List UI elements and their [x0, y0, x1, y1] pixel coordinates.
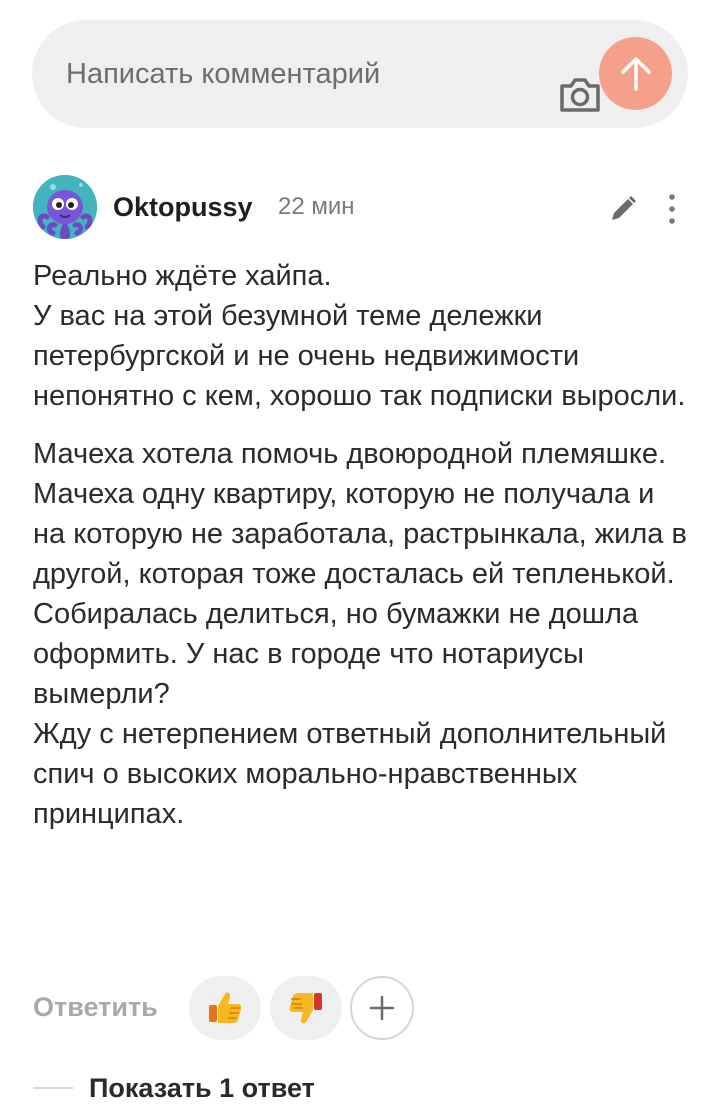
comment-composer	[32, 20, 688, 128]
comment-paragraph: Реально ждёте хайпа. У вас на этой безум…	[33, 260, 686, 412]
send-button[interactable]	[599, 37, 672, 110]
like-button[interactable]	[189, 976, 261, 1040]
plus-icon	[369, 995, 395, 1021]
arrow-up-icon	[620, 56, 651, 91]
dislike-button[interactable]	[270, 976, 342, 1040]
camera-icon[interactable]	[556, 70, 604, 118]
comment-time: 22 мин	[278, 193, 355, 220]
thumbs-up-icon	[209, 992, 242, 1023]
octopus-avatar	[33, 175, 97, 239]
more-vertical-icon[interactable]	[660, 192, 684, 226]
comment-text: Реально ждёте хайпа. У вас на этой безум…	[33, 256, 693, 834]
comment-input[interactable]	[66, 20, 506, 128]
add-reaction-button[interactable]	[350, 976, 414, 1040]
comment-paragraph: Мачеха хотела помочь двоюродной племяшке…	[33, 438, 687, 830]
avatar[interactable]	[33, 175, 97, 239]
replies-divider	[33, 1087, 73, 1089]
show-replies-button[interactable]: Показать 1 ответ	[89, 1070, 315, 1106]
thumbs-down-icon	[289, 993, 322, 1024]
comment-author[interactable]: Oktopussy	[113, 190, 253, 224]
pencil-icon[interactable]	[607, 193, 639, 225]
reply-button[interactable]: Ответить	[33, 990, 158, 1024]
